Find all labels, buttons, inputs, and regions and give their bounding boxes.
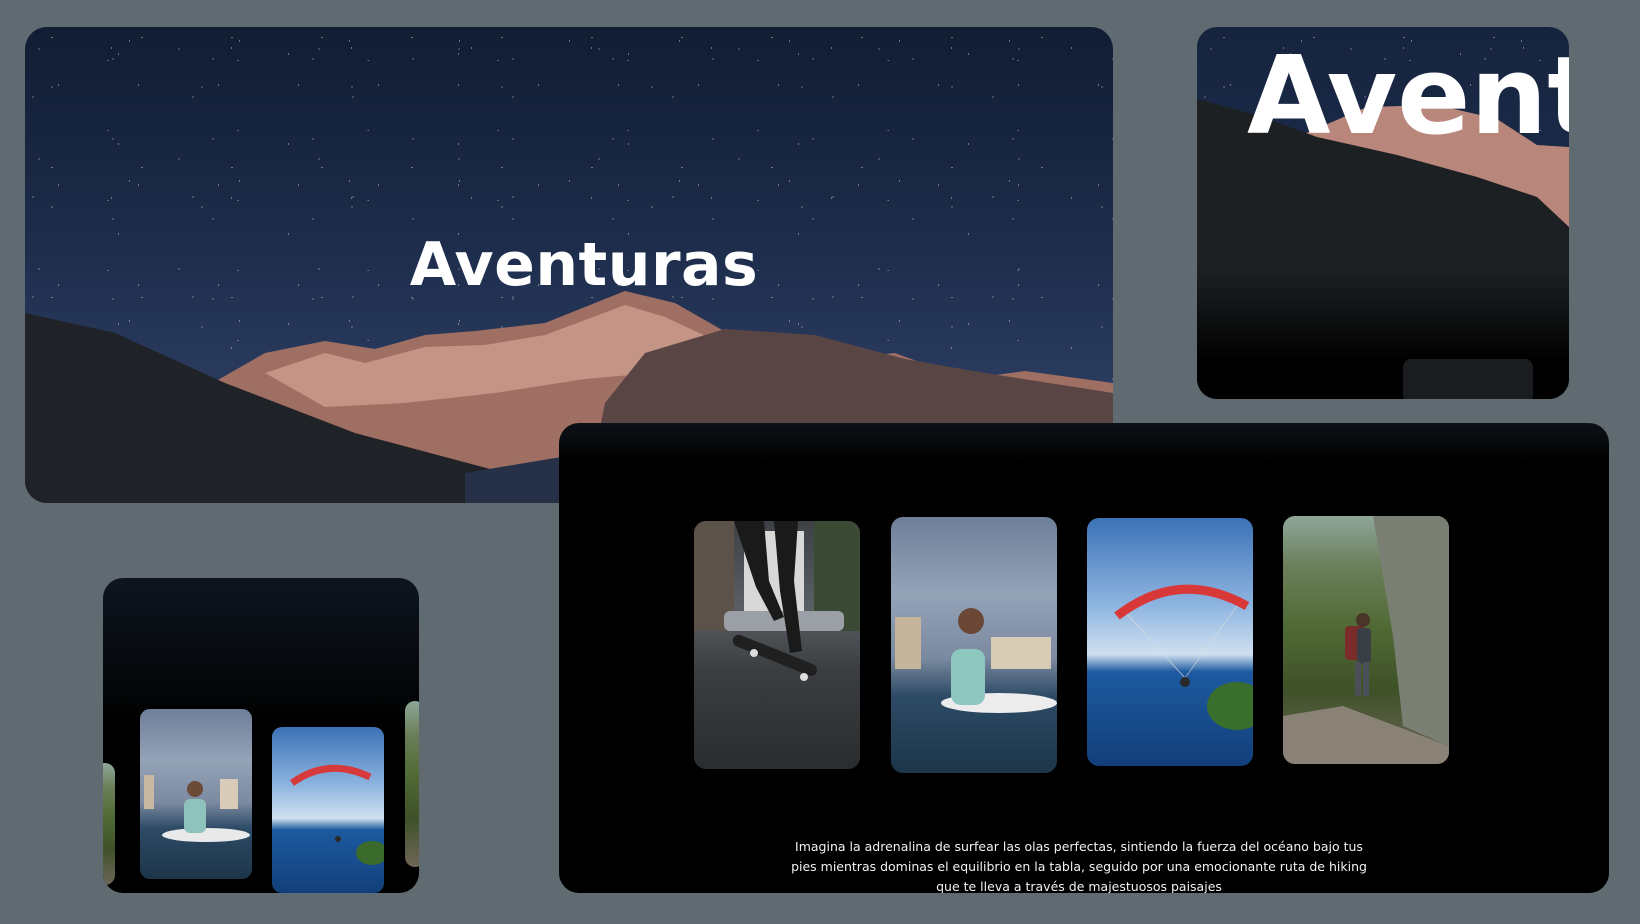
zoom-preview: Avent <box>1197 27 1569 399</box>
adventure-gallery: Imagina la adrenalina de surfear las ola… <box>559 423 1609 893</box>
carousel-card-partial-right[interactable] <box>405 701 419 867</box>
surfer-figure <box>895 608 1057 713</box>
gallery-card-hiker[interactable] <box>1283 516 1449 764</box>
carousel-card-partial-left[interactable] <box>103 763 115 885</box>
gallery-card-surfer[interactable] <box>891 517 1057 773</box>
card-peek <box>1403 359 1533 399</box>
skateboarder-figure <box>694 521 860 681</box>
carousel-card-paraglider[interactable] <box>272 727 384 893</box>
hero-title: Aventuras <box>409 230 759 300</box>
paraglider-figure <box>1114 584 1253 730</box>
gallery-card-skateboarder[interactable] <box>694 521 860 769</box>
gallery-card-paraglider[interactable] <box>1087 518 1253 766</box>
paraglider-figure <box>289 764 384 865</box>
carousel-card-surfer[interactable] <box>140 709 252 879</box>
hiker-figure <box>1283 516 1449 764</box>
mini-carousel <box>103 578 419 893</box>
zoom-title: Avent <box>1247 34 1569 159</box>
gallery-description: Imagina la adrenalina de surfear las ola… <box>791 839 1367 893</box>
surfer-figure <box>144 775 250 842</box>
